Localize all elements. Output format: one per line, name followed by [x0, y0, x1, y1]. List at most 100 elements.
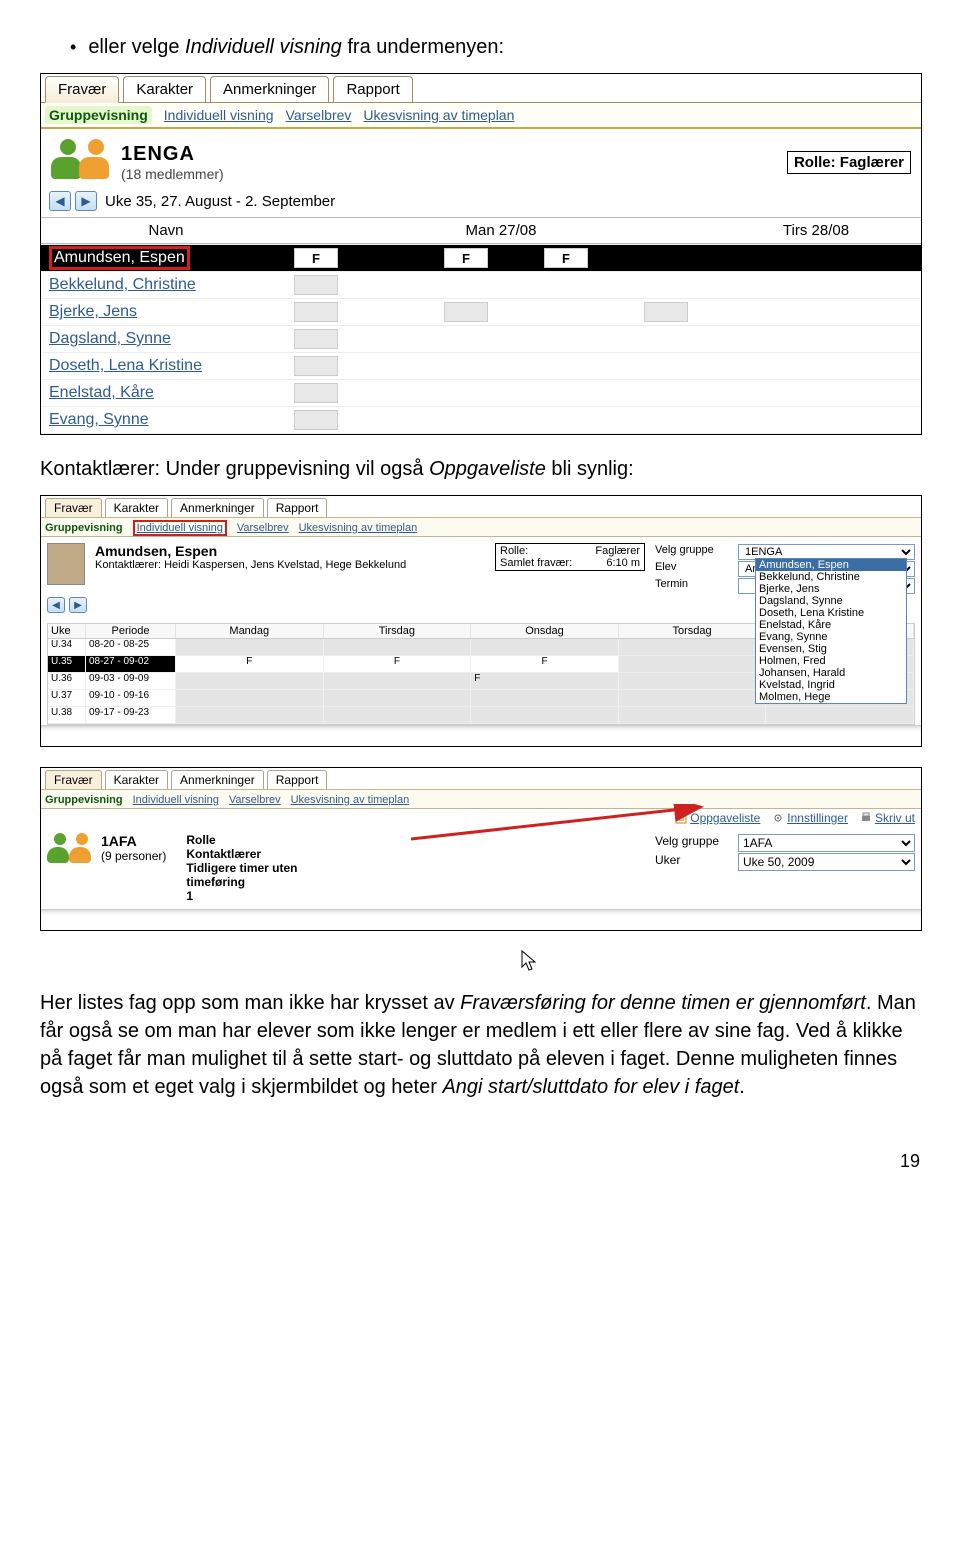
tab-anmerkninger[interactable]: Anmerkninger: [210, 76, 329, 103]
tab-rapport[interactable]: Rapport: [267, 770, 328, 789]
tab-rapport[interactable]: Rapport: [267, 498, 328, 517]
student-avatar: [47, 543, 85, 585]
tab-fravær[interactable]: Fravær: [45, 76, 119, 103]
week-prev-button[interactable]: ◀: [49, 191, 71, 211]
dropdown-option[interactable]: Molmen, Hege: [756, 691, 906, 703]
kontaktlaerer-line: Kontaktlærer: Heidi Kaspersen, Jens Kvel…: [95, 559, 485, 571]
kontaktlaerer-paragraph: Kontaktlærer: Under gruppevisning vil og…: [40, 455, 920, 483]
student-row[interactable]: Dagsland, Synne: [41, 326, 921, 353]
student-row[interactable]: Bekkelund, Christine: [41, 272, 921, 299]
torn-edge-decoration-s3: [41, 909, 921, 930]
week-next-button[interactable]: ▶: [75, 191, 97, 211]
uker-select-s3[interactable]: Uke 50, 2009: [738, 853, 915, 871]
dropdown-option[interactable]: Doseth, Lena Kristine: [756, 607, 906, 619]
subtab-individuell-visning[interactable]: Individuell visning: [164, 107, 274, 123]
student-name-link[interactable]: Bekkelund, Christine: [41, 276, 291, 294]
subtab-individuell-visning[interactable]: Individuell visning: [133, 520, 227, 536]
subtab-ukesvisning-av-timeplan[interactable]: Ukesvisning av timeplan: [363, 107, 514, 123]
sub-tabs-s3: Gruppevisning Individuell visning Varselbr…: [41, 789, 921, 809]
dropdown-option[interactable]: Amundsen, Espen: [756, 559, 906, 571]
tab-karakter[interactable]: Karakter: [105, 770, 168, 789]
student-row[interactable]: Doseth, Lena Kristine: [41, 353, 921, 380]
student-name-link[interactable]: Enelstad, Kåre: [41, 384, 291, 402]
dropdown-option[interactable]: Bjerke, Jens: [756, 583, 906, 595]
student-row[interactable]: Enelstad, Kåre: [41, 380, 921, 407]
velg-gruppe-select-s3[interactable]: 1AFA: [738, 834, 915, 852]
dropdown-option[interactable]: Bekkelund, Christine: [756, 571, 906, 583]
col-navn: Navn: [41, 218, 291, 244]
cursor-icon: [520, 949, 540, 973]
main-tabs: FraværKarakterAnmerkningerRapport: [41, 74, 921, 103]
col-header: Uke: [48, 624, 86, 638]
page-number: 19: [40, 1151, 920, 1172]
attendance-grid-header: Navn Man 27/08 Tirs 28/08: [41, 217, 921, 244]
subtab-ukesvisning-av-timeplan[interactable]: Ukesvisning av timeplan: [291, 794, 410, 806]
group-people-icon: [51, 139, 111, 185]
subtab-gruppevisning[interactable]: Gruppevisning: [45, 794, 123, 806]
student-name-link[interactable]: Dagsland, Synne: [41, 330, 291, 348]
col-header: Periode: [86, 624, 176, 638]
week-next-button-s2[interactable]: ▶: [69, 597, 87, 613]
subtab-varselbrev[interactable]: Varselbrev: [237, 522, 289, 534]
dropdown-option[interactable]: Holmen, Fred: [756, 655, 906, 667]
tab-fravær[interactable]: Fravær: [45, 770, 102, 789]
tab-anmerkninger[interactable]: Anmerkninger: [171, 498, 264, 517]
group-header: 1ENGA (18 medlemmer) Rolle: Faglærer: [41, 129, 921, 189]
printer-icon: [860, 812, 872, 824]
screenshot-gruppevisning: FraværKarakterAnmerkningerRapport Gruppe…: [40, 73, 922, 435]
tab-fravær[interactable]: Fravær: [45, 498, 102, 517]
col-header: Mandag: [176, 624, 324, 638]
group-name-s3: 1AFA: [101, 833, 166, 849]
tab-karakter[interactable]: Karakter: [123, 76, 206, 103]
top-links: Oppgaveliste Innstillinger Skriv ut: [41, 809, 921, 827]
student-row[interactable]: Evang, Synne: [41, 407, 921, 434]
tab-karakter[interactable]: Karakter: [105, 498, 168, 517]
screenshot-individuell-visning: FraværKarakterAnmerkningerRapport Gruppe…: [40, 495, 922, 747]
student-row[interactable]: Amundsen, EspenFFF: [41, 245, 921, 272]
innstillinger-link[interactable]: Innstillinger: [772, 811, 848, 825]
student-name-link[interactable]: Amundsen, Espen: [41, 246, 291, 270]
em-angi-start-slutt: Angi start/sluttdato for elev i faget: [442, 1076, 739, 1098]
right-selects: Velg gruppe1AFA UkerUke 50, 2009: [655, 833, 915, 872]
col-man: Man 27/08: [291, 218, 711, 244]
dropdown-option[interactable]: Kvelstad, Ingrid: [756, 679, 906, 691]
sub-tabs: Gruppevisning Individuell visning Varselbr…: [41, 103, 921, 129]
col-header: Tirsdag: [324, 624, 472, 638]
student-name-link[interactable]: Bjerke, Jens: [41, 303, 291, 321]
week-navigation: ◀ ▶ Uke 35, 27. August - 2. September: [41, 189, 921, 217]
week-label: Uke 35, 27. August - 2. September: [105, 193, 335, 210]
student-row[interactable]: Bjerke, Jens: [41, 299, 921, 326]
subtab-gruppevisning[interactable]: Gruppevisning: [45, 106, 152, 124]
skriv-ut-link[interactable]: Skriv ut: [860, 811, 915, 825]
em-individuell-visning: Individuell visning: [185, 36, 342, 58]
em-fravaersforing: Fraværsføring for denne timen er gjennom…: [460, 992, 866, 1014]
oppgaveliste-link[interactable]: Oppgaveliste: [675, 811, 760, 825]
dropdown-option[interactable]: Evensen, Stig: [756, 643, 906, 655]
main-tabs-s3: FraværKarakterAnmerkningerRapport: [41, 768, 921, 789]
intro-bullet: • eller velge Individuell visning fra un…: [70, 36, 920, 59]
dropdown-option[interactable]: Enelstad, Kåre: [756, 619, 906, 631]
week-prev-button-s2[interactable]: ◀: [47, 597, 65, 613]
dropdown-option[interactable]: Dagsland, Synne: [756, 595, 906, 607]
attendance-grid-body: Amundsen, EspenFFF Bekkelund, Christine Bj…: [41, 244, 921, 434]
subtab-individuell-visning[interactable]: Individuell visning: [133, 794, 219, 806]
group-name: 1ENGA: [121, 143, 224, 166]
week-row[interactable]: U.3809-17 - 09-23: [48, 707, 914, 724]
student-name-link[interactable]: Doseth, Lena Kristine: [41, 357, 291, 375]
subtab-varselbrev[interactable]: Varselbrev: [229, 794, 281, 806]
screenshot-oppgaveliste: FraværKarakterAnmerkningerRapport Gruppe…: [40, 767, 922, 931]
col-tirs: Tirs 28/08: [711, 218, 921, 244]
tab-anmerkninger[interactable]: Anmerkninger: [171, 770, 264, 789]
student-name: Amundsen, Espen: [95, 543, 485, 559]
subtab-ukesvisning-av-timeplan[interactable]: Ukesvisning av timeplan: [299, 522, 418, 534]
tab-rapport[interactable]: Rapport: [333, 76, 412, 103]
main-tabs-s2: FraværKarakterAnmerkningerRapport: [41, 496, 921, 517]
elev-dropdown-open[interactable]: Amundsen, EspenBekkelund, ChristineBjerk…: [755, 558, 907, 704]
col-header: Torsdag: [619, 624, 767, 638]
dropdown-option[interactable]: Evang, Synne: [756, 631, 906, 643]
rolle-badge: Rolle: Faglærer: [787, 151, 911, 174]
subtab-varselbrev[interactable]: Varselbrev: [286, 107, 352, 123]
dropdown-option[interactable]: Johansen, Harald: [756, 667, 906, 679]
subtab-gruppevisning[interactable]: Gruppevisning: [45, 522, 123, 534]
student-name-link[interactable]: Evang, Synne: [41, 411, 291, 429]
